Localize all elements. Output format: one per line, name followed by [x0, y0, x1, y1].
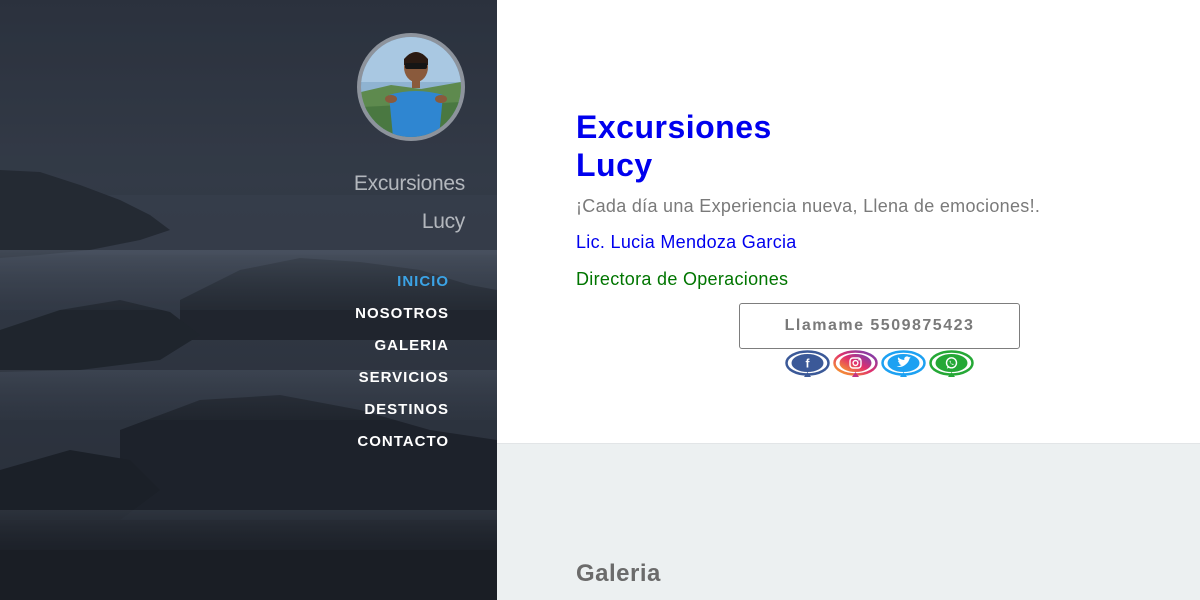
instagram-icon	[833, 350, 878, 377]
sidebar: Excursiones Lucy INICIO NOSOTROS GALERIA…	[0, 0, 497, 600]
gallery-section: Galeria	[497, 444, 1200, 600]
gallery-title: Galeria	[576, 560, 661, 587]
hero-title: Excursiones Lucy	[576, 108, 876, 184]
twitter-icon	[881, 350, 926, 377]
nav-item-destinos: DESTINOS	[355, 394, 449, 426]
call-button[interactable]: Llamame 5509875423	[739, 303, 1020, 349]
avatar	[357, 33, 465, 141]
hero-section: Excursiones Lucy ¡Cada día una Experienc…	[497, 0, 1200, 443]
profile-photo	[361, 37, 461, 137]
nav-item-nosotros: NOSOTROS	[355, 298, 449, 330]
nav-link-inicio[interactable]: INICIO	[397, 273, 449, 290]
twitter-link[interactable]	[881, 350, 926, 380]
whatsapp-icon	[929, 350, 974, 377]
person-name: Lic. Lucia Mendoza Garcia	[576, 232, 797, 252]
nav-link-destinos[interactable]: DESTINOS	[364, 401, 449, 418]
main-nav: INICIO NOSOTROS GALERIA SERVICIOS DESTIN…	[355, 266, 449, 458]
site-title-line1: Excursiones	[353, 172, 465, 195]
nav-item-servicios: SERVICIOS	[355, 362, 449, 394]
hero-title-line1: Excursiones	[576, 109, 772, 145]
nav-item-contacto: CONTACTO	[355, 426, 449, 458]
nav-link-contacto[interactable]: CONTACTO	[357, 433, 449, 450]
main-content: Excursiones Lucy ¡Cada día una Experienc…	[497, 0, 1200, 600]
nav-link-servicios[interactable]: SERVICIOS	[359, 369, 449, 386]
nav-item-galeria: GALERIA	[355, 330, 449, 362]
tagline: ¡Cada día una Experiencia nueva, Llena d…	[576, 196, 1041, 216]
whatsapp-link[interactable]	[929, 350, 974, 380]
instagram-link[interactable]	[833, 350, 878, 380]
hero-title-line2: Lucy	[576, 147, 653, 183]
nav-link-galeria[interactable]: GALERIA	[375, 337, 450, 354]
facebook-link[interactable]: f	[785, 350, 830, 380]
nav-link-nosotros[interactable]: NOSOTROS	[355, 305, 449, 322]
site-title-line2: Lucy	[421, 210, 465, 233]
nav-item-inicio: INICIO	[355, 266, 449, 298]
site-title: Excursiones Lucy	[165, 165, 465, 241]
person-role: Directora de Operaciones	[576, 269, 789, 289]
facebook-icon: f	[785, 350, 830, 377]
social-links: f	[785, 350, 974, 380]
